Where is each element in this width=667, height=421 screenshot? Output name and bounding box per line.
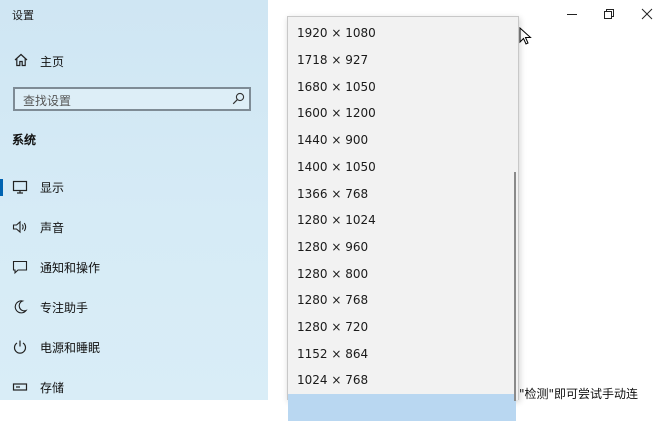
dropdown-scrollbar[interactable] xyxy=(514,172,516,401)
home-label: 主页 xyxy=(40,55,65,69)
sidebar-item-sound[interactable]: 声音 xyxy=(0,212,268,242)
notification-icon xyxy=(12,260,28,275)
resolution-option[interactable]: 1280 × 720 xyxy=(288,314,516,341)
sidebar-item-notifications[interactable]: 通知和操作 xyxy=(0,252,268,282)
app-title: 设置 xyxy=(12,9,34,22)
sidebar-item-focus-assist[interactable]: 专注助手 xyxy=(0,292,268,322)
detect-hint-text: "检测"即可尝试手动连 xyxy=(519,387,639,401)
speaker-icon xyxy=(12,220,27,234)
sidebar-item-power-sleep[interactable]: 电源和睡眠 xyxy=(0,332,268,362)
restore-button[interactable] xyxy=(599,4,619,24)
sidebar-item-label: 通知和操作 xyxy=(40,261,101,275)
resolution-option[interactable]: 1280 × 768 xyxy=(288,287,516,314)
resolution-option[interactable]: 1280 × 1024 xyxy=(288,207,516,234)
resolution-option[interactable]: 1024 × 768 xyxy=(288,367,516,394)
resolution-option[interactable]: 1280 × 960 xyxy=(288,234,516,261)
resolution-option[interactable]: 1718 × 927 xyxy=(288,47,516,74)
sidebar-item-label: 电源和睡眠 xyxy=(40,341,101,355)
sidebar-item-label: 存储 xyxy=(40,381,65,395)
sidebar-item-label: 专注助手 xyxy=(40,301,89,315)
sidebar-item-storage[interactable]: 存储 xyxy=(0,372,268,402)
resolution-dropdown[interactable]: 1920 × 1080 1718 × 927 1680 × 1050 1600 … xyxy=(287,16,519,421)
resolution-option[interactable]: 1440 × 900 xyxy=(288,127,516,154)
resolution-option-selected[interactable] xyxy=(288,394,516,421)
moon-icon xyxy=(14,300,28,314)
home-icon xyxy=(14,53,28,67)
resolution-option[interactable]: 1400 × 1050 xyxy=(288,154,516,181)
storage-icon xyxy=(12,383,28,391)
resolution-option[interactable]: 1152 × 864 xyxy=(288,341,516,368)
mouse-cursor-icon xyxy=(519,27,532,45)
section-heading: 系统 xyxy=(12,133,37,147)
search-icon xyxy=(232,92,245,105)
power-icon xyxy=(13,340,27,354)
search-placeholder: 查找设置 xyxy=(23,94,72,108)
sidebar: 设置 主页 查找设置 系统 显示 声音 通知和操作 专注助手 电源和睡眠 存储 xyxy=(0,0,268,400)
monitor-icon xyxy=(12,180,28,194)
close-button[interactable] xyxy=(637,4,657,24)
resolution-option[interactable]: 1920 × 1080 xyxy=(288,20,516,47)
resolution-option[interactable]: 1366 × 768 xyxy=(288,181,516,208)
sidebar-item-label: 声音 xyxy=(40,221,65,235)
home-nav-item[interactable]: 主页 xyxy=(0,48,268,74)
resolution-option[interactable]: 1600 × 1200 xyxy=(288,100,516,127)
minimize-button[interactable] xyxy=(562,4,582,24)
search-input[interactable]: 查找设置 xyxy=(13,87,251,111)
resolution-option[interactable]: 1680 × 1050 xyxy=(288,74,516,101)
sidebar-item-display[interactable]: 显示 xyxy=(0,172,268,202)
resolution-option[interactable]: 1280 × 800 xyxy=(288,261,516,288)
sidebar-item-label: 显示 xyxy=(40,181,65,195)
